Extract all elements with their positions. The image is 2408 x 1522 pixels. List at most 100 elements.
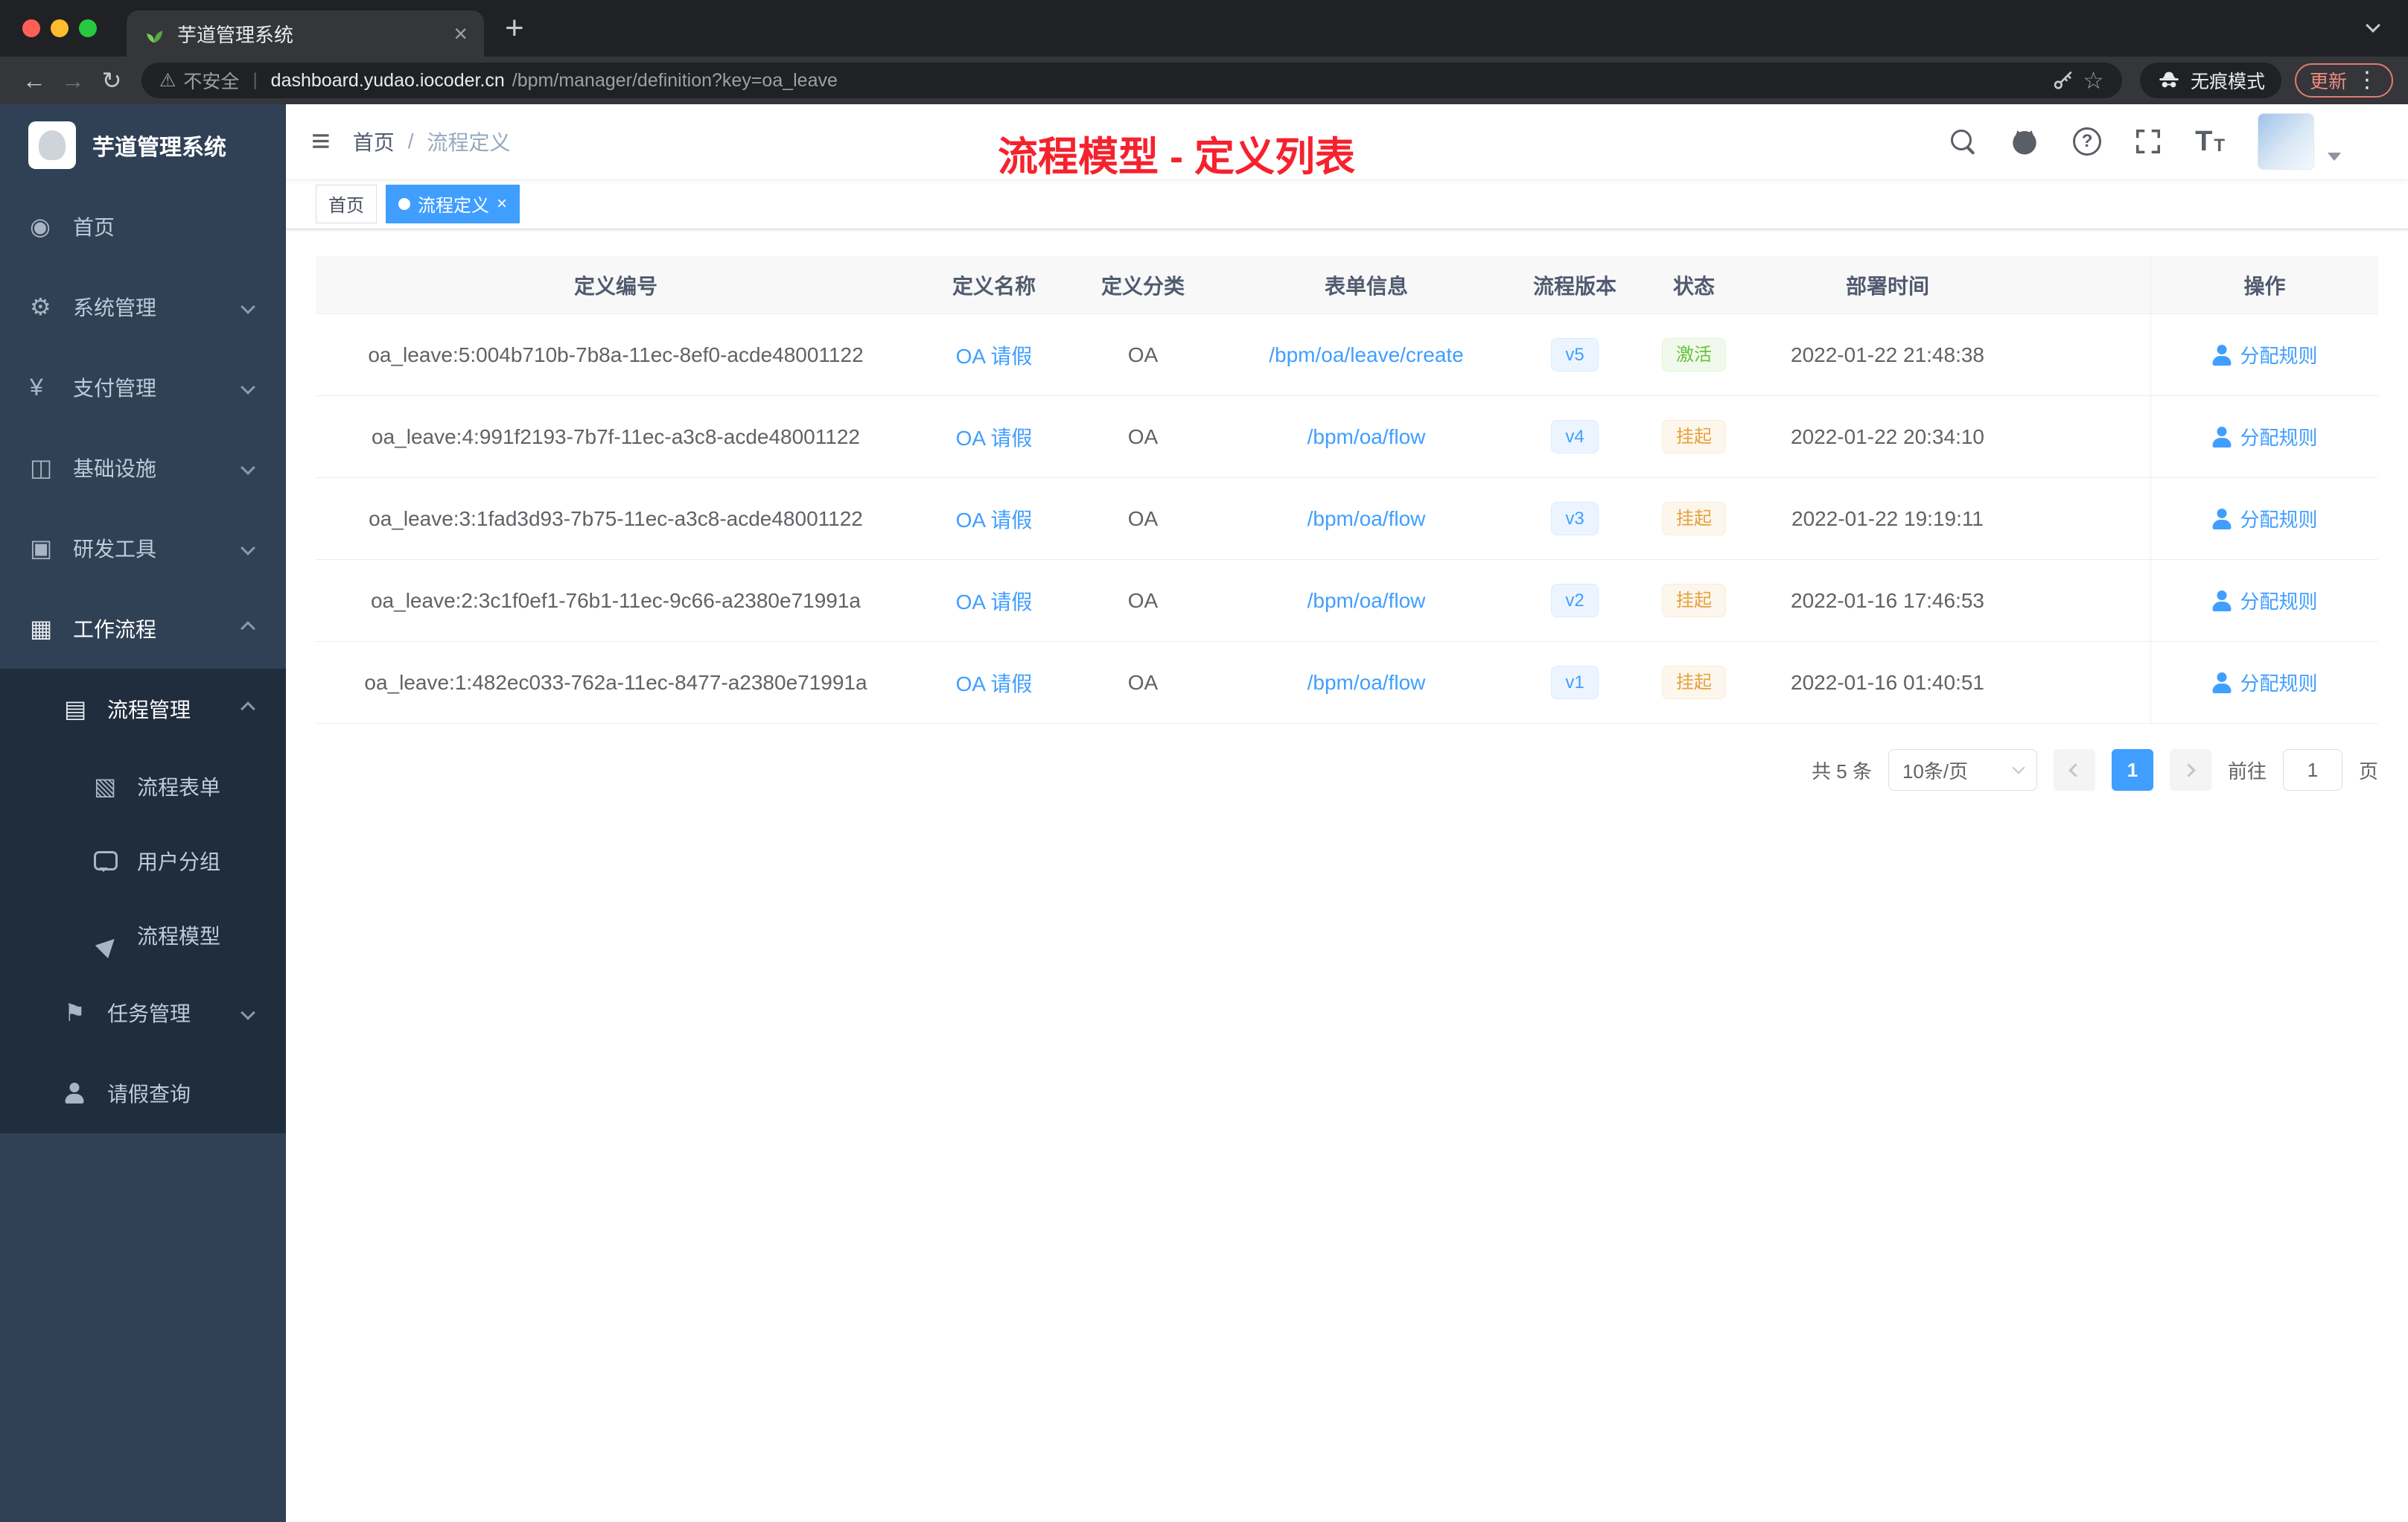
status-badge: 激活 [1662,337,1726,372]
tag-close-icon[interactable]: × [497,194,507,213]
sidebar-item-system[interactable]: ⚙ 系统管理 [0,267,286,347]
reload-button[interactable]: ↻ [92,66,131,95]
status-badge: 挂起 [1662,583,1726,618]
prev-page-button[interactable] [2053,749,2095,791]
dashboard-icon: ◉ [30,213,51,240]
search-icon[interactable] [1949,128,1976,155]
definition-category: OA [1127,506,1159,530]
window-controls [22,19,97,37]
form-link[interactable]: /bpm/oa/flow [1307,425,1426,448]
column-header: 定义编号 [573,274,657,298]
sidebar-item-dev-tools[interactable]: ▣ 研发工具 [0,508,286,588]
page-number-button[interactable]: 1 [2111,749,2153,791]
help-icon[interactable]: ? [2073,127,2102,156]
person-icon [2211,590,2232,611]
fullscreen-icon[interactable] [2134,127,2162,156]
app-frame: 芋道管理系统 ◉ 首页 ⚙ 系统管理 ¥ 支付管理 ◫ 基础设施 ▣ 研发工具 ▦ 工作流程 ▤ 流程管理… [0,104,2408,1522]
window-zoom-button[interactable] [79,19,97,37]
form-link[interactable]: /bpm/oa/flow [1307,507,1426,530]
sidebar-item-workflow[interactable]: ▦ 工作流程 [0,588,286,669]
sidebar-item-label: 基础设施 [73,457,157,480]
form-link[interactable]: /bpm/oa/flow [1307,589,1426,612]
chevron-down-icon [2012,761,2025,774]
table-row: oa_leave:2:3c1f0ef1-76b1-11ec-9c66-a2380… [316,560,2378,642]
tag-label: 流程定义 [418,196,489,216]
site-favicon-icon [143,22,165,45]
user-avatar[interactable] [2258,113,2314,170]
column-header: 操作 [2150,256,2378,313]
definition-category: OA [1127,424,1159,448]
version-badge: v3 [1551,501,1599,536]
definition-id: oa_leave:4:991f2193-7b7f-11ec-a3c8-acde4… [372,424,860,448]
assign-rule-link[interactable]: 分配规则 [2211,505,2317,532]
definition-name-link[interactable]: OA 请假 [956,590,1033,614]
definition-category: OA [1127,588,1159,612]
deploy-time: 2022-01-22 19:19:11 [1791,506,1984,530]
breadcrumb-current: 流程定义 [427,131,511,154]
sidebar-item-home[interactable]: ◉ 首页 [0,186,286,267]
column-header: 表单信息 [1324,274,1408,298]
bookmark-star-icon[interactable]: ☆ [2083,69,2104,92]
security-label[interactable]: 不安全 [183,67,239,94]
view-tag-0[interactable]: 首页 [316,184,377,223]
definition-table: 定义编号 定义名称 定义分类 表单信息 流程版本 状态 部署时间 操作 oa_leave:5:0… [316,256,2378,724]
window-close-button[interactable] [22,19,40,37]
assign-rule-link[interactable]: 分配规则 [2211,587,2317,614]
tags-bar: 首页 流程定义 × [286,179,2408,229]
window-minimize-button[interactable] [51,19,69,37]
page-size-select[interactable]: 10条/页 [1888,749,2037,791]
sidebar-item-payment[interactable]: ¥ 支付管理 [0,347,286,427]
sidebar-logo[interactable]: 芋道管理系统 [0,104,286,186]
new-tab-button[interactable]: + [505,12,524,45]
chevron-up-icon [241,621,255,636]
sidebar-item-user-group[interactable]: 用户分组 [0,824,286,898]
sidebar-item-leave-query[interactable]: 请假查询 [0,1053,286,1133]
view-tag-1[interactable]: 流程定义 × [386,184,520,223]
definition-id: oa_leave:2:3c1f0ef1-76b1-11ec-9c66-a2380… [370,588,861,612]
sidebar-item-infrastructure[interactable]: ◫ 基础设施 [0,427,286,508]
tab-close-icon[interactable]: × [453,22,468,45]
sidebar-collapse-icon[interactable]: ≡ [311,125,331,158]
page-size-value: 10条/页 [1902,760,1969,783]
definition-name-link[interactable]: OA 请假 [956,427,1033,450]
definition-category: OA [1127,343,1159,366]
breadcrumb-home[interactable]: 首页 [353,127,395,156]
gear-icon: ⚙ [30,293,51,320]
assign-rule-link[interactable]: 分配规则 [2211,669,2317,696]
pagination: 共 5 条 10条/页 1 前往 页 [316,749,2378,791]
definition-name-link[interactable]: OA 请假 [956,345,1033,368]
browser-update-menu-button[interactable]: 更新 ⋮ [2294,63,2393,98]
assign-rule-link[interactable]: 分配规则 [2211,423,2317,450]
tab-search-chevron-icon[interactable] [2366,18,2380,33]
chevron-up-icon [241,701,255,716]
font-size-icon[interactable]: TT [2195,127,2225,156]
person-icon [2211,345,2232,366]
sidebar-item-process-model[interactable]: ▶ 流程模型 [0,898,286,972]
definition-name-link[interactable]: OA 请假 [956,672,1033,695]
page-content: 定义编号 定义名称 定义分类 表单信息 流程版本 状态 部署时间 操作 oa_leave:5:0… [286,229,2408,1522]
assign-rule-link[interactable]: 分配规则 [2211,341,2317,369]
definition-name-link[interactable]: OA 请假 [956,509,1033,532]
send-icon: ▶ [90,928,123,961]
update-label: 更新 [2309,71,2347,92]
chevron-down-icon [241,541,255,555]
chevron-down-icon [241,460,255,475]
sidebar-item-task-management[interactable]: ⚑ 任务管理 [0,972,286,1053]
column-header: 定义分类 [1101,274,1185,298]
forward-button[interactable]: → [54,67,92,95]
password-key-icon[interactable] [2051,69,2075,92]
form-link[interactable]: /bpm/oa/flow [1307,671,1426,694]
sidebar-item-process-management[interactable]: ▤ 流程管理 [0,669,286,749]
goto-page-input[interactable] [2282,749,2342,791]
form-link[interactable]: /bpm/oa/leave/create [1269,343,1464,366]
github-icon[interactable] [2009,126,2040,157]
flag-icon: ⚑ [64,999,86,1026]
next-page-button[interactable] [2169,749,2211,791]
back-button[interactable]: ← [15,67,54,95]
browser-tab[interactable]: 芋道管理系统 × [127,10,484,57]
chat-bubble-icon [94,851,118,872]
url-bar[interactable]: ⚠ 不安全 | dashboard.yudao.iocoder.cn /bpm/… [141,63,2122,98]
url-divider: | [252,70,258,90]
avatar-caret-icon[interactable] [2328,152,2341,161]
sidebar-item-process-form[interactable]: ▧ 流程表单 [0,749,286,824]
